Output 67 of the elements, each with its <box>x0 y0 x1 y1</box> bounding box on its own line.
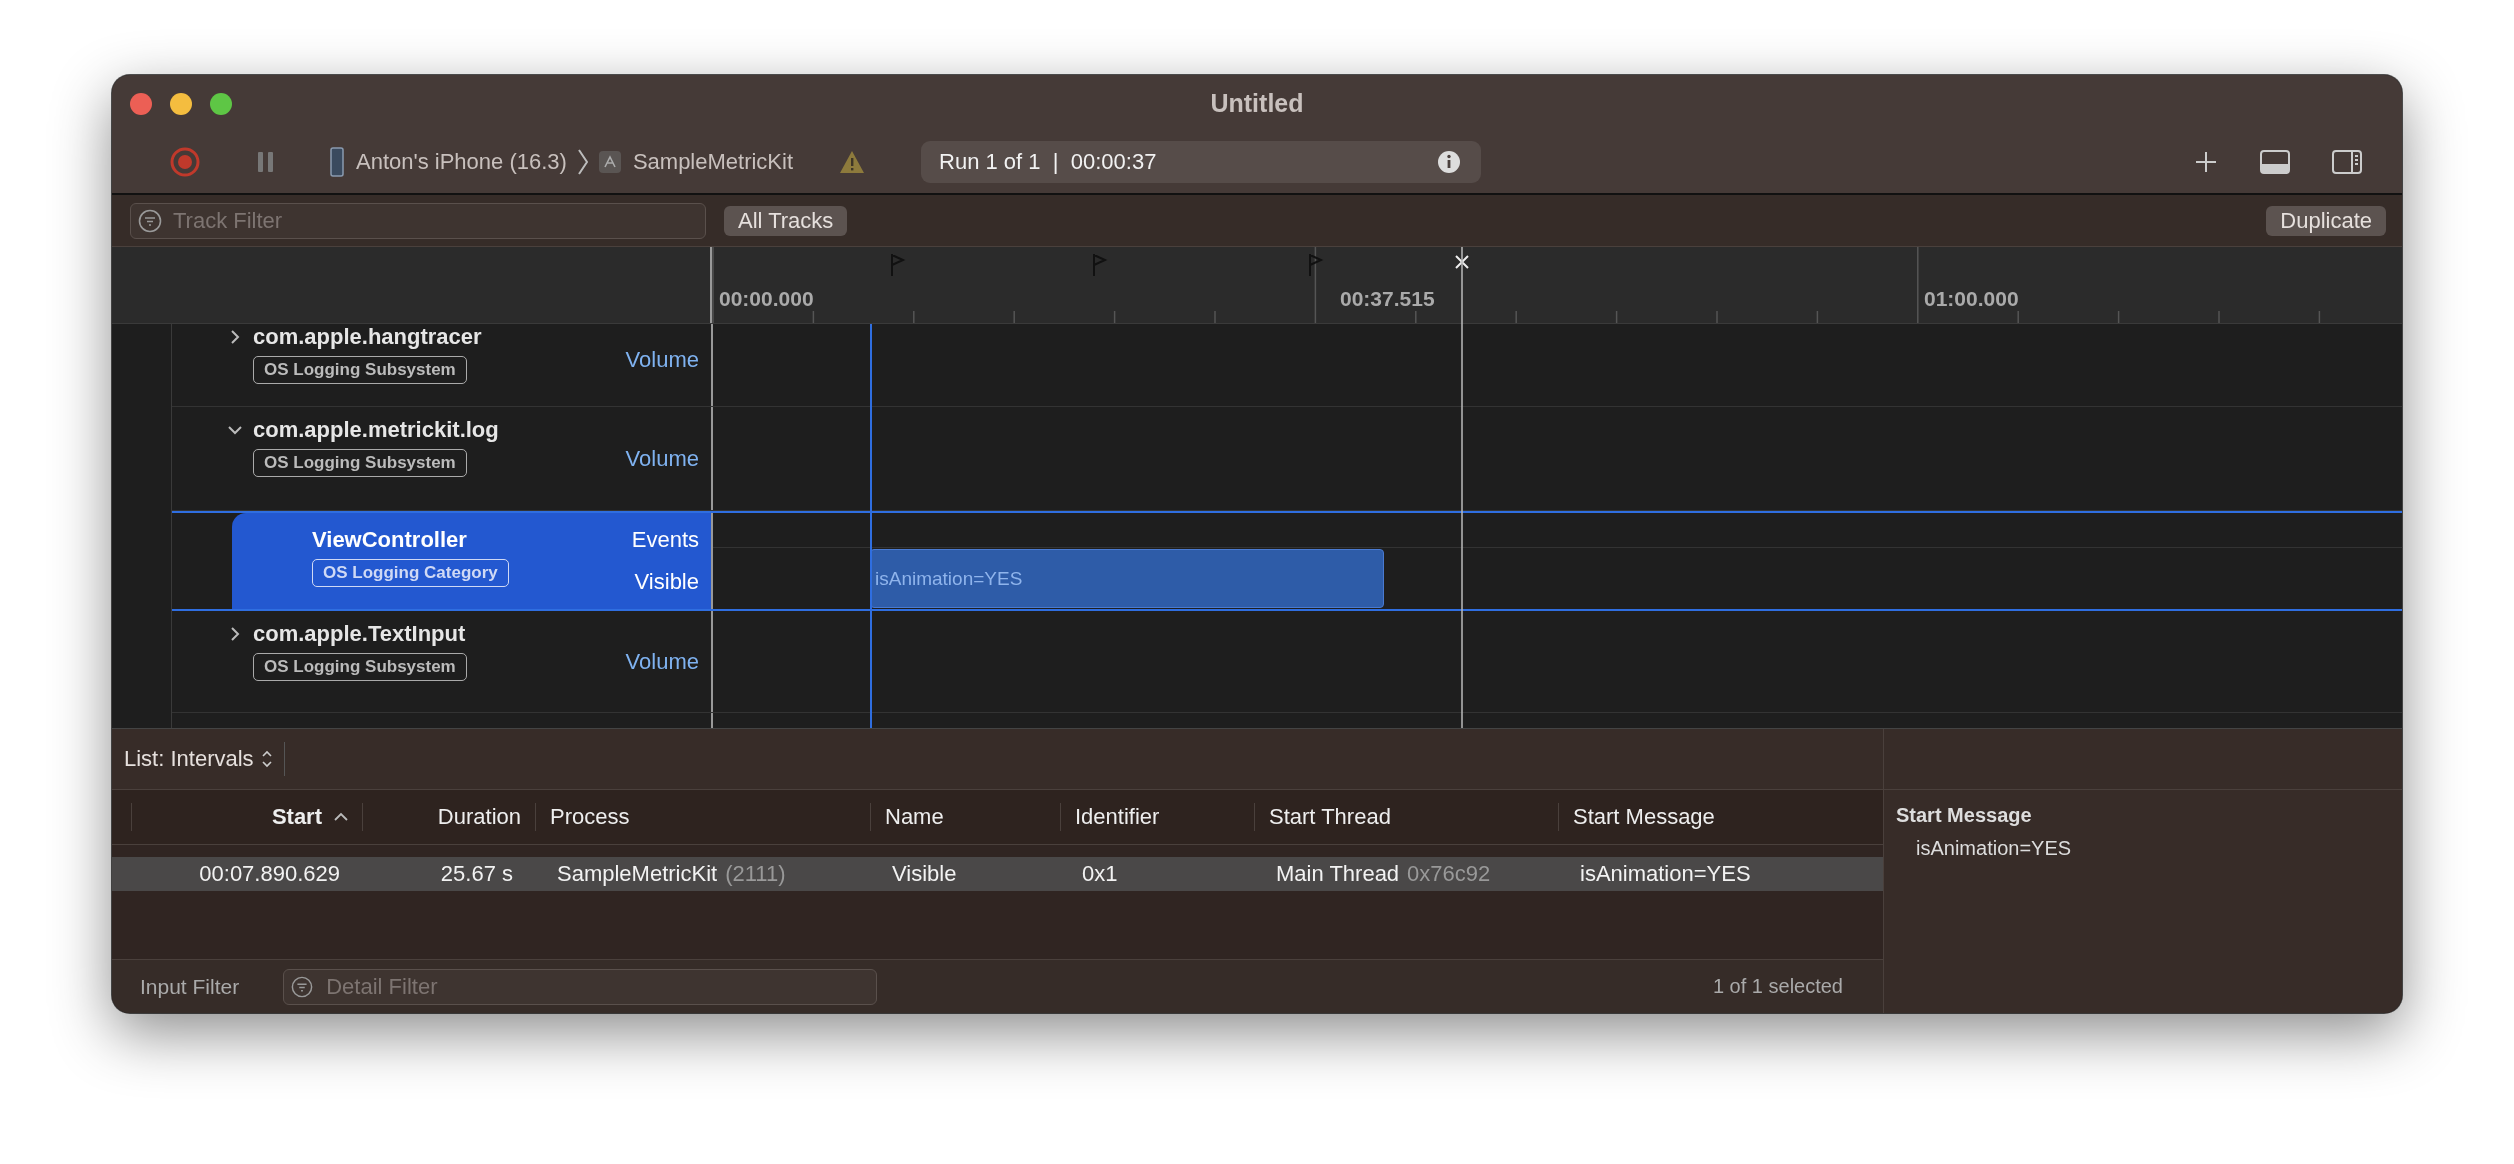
flag-icon[interactable] <box>1308 253 1324 277</box>
lane-label: Visible <box>634 569 699 595</box>
filter-icon <box>291 975 314 998</box>
track-type-tag: OS Logging Subsystem <box>253 449 467 477</box>
target-name[interactable]: SampleMetricKit <box>632 149 794 175</box>
detail-filter-field[interactable]: Detail Filter <box>283 968 878 1005</box>
app-icon <box>598 151 621 173</box>
track-type-tag: OS Logging Subsystem <box>253 653 467 681</box>
close-button[interactable] <box>130 93 152 115</box>
run-status: Run 1 of 1 | 00:00:37 <box>939 149 1157 175</box>
detail-value: isAnimation=YES <box>1916 837 2073 860</box>
table-cell: 25.67 s <box>440 861 513 887</box>
info-icon[interactable] <box>1437 150 1462 174</box>
time-label: 00:37.515 <box>1340 287 1435 311</box>
column-header[interactable]: Start <box>131 803 362 831</box>
warning-icon[interactable] <box>839 150 866 174</box>
track-name: com.apple.hangtracer <box>253 324 482 350</box>
table-cell-detail: 0x76c92 <box>1407 861 1491 887</box>
input-filter-label: Input Filter <box>140 974 240 999</box>
table-row[interactable]: 00:07.890.629 25.67 s SampleMetricKit (2111) Visible 0x1 Main Thread 0x76c92 isAnimation=YES <box>112 857 1883 891</box>
track-type-tag: OS Logging Category <box>312 559 509 587</box>
list-mode-selector[interactable]: List: Intervals <box>112 742 285 776</box>
phone-icon <box>330 147 344 177</box>
track-row[interactable]: com.apple.metrickit.log OS Logging Subsystem Volume <box>172 407 2402 511</box>
track-type-tag: OS Logging Subsystem <box>253 356 467 384</box>
table-cell: Visible <box>892 861 957 887</box>
table-cell: Main Thread <box>1276 861 1400 887</box>
track-row[interactable]: com.apple.hangtracer OS Logging Subsystem Volume <box>172 324 2402 407</box>
up-down-chevron-icon <box>261 750 272 768</box>
zoom-button[interactable] <box>210 93 232 115</box>
time-label: 00:00.000 <box>719 287 814 311</box>
plus-icon[interactable] <box>2194 150 2218 174</box>
column-header[interactable]: Start Thread <box>1254 803 1558 831</box>
bottom-panel-icon[interactable] <box>2260 150 2290 174</box>
lane-label: Volume <box>625 648 699 675</box>
table-cell: SampleMetricKit <box>557 861 718 887</box>
table-cell-detail: (2111) <box>725 861 786 887</box>
lane-label: Events <box>631 527 699 553</box>
device-name[interactable]: Anton's iPhone (16.3) <box>356 149 567 175</box>
lane-label: Volume <box>625 445 699 472</box>
track-name: com.apple.TextInput <box>253 621 466 647</box>
table-cell: isAnimation=YES <box>1580 861 1751 887</box>
all-tracks-button[interactable]: All Tracks <box>724 205 848 236</box>
column-header[interactable]: Process <box>535 803 870 831</box>
filter-icon <box>138 208 162 233</box>
selection-count: 1 of 1 selected <box>1712 975 1843 998</box>
detail-heading: Start Message <box>1896 804 2033 827</box>
duplicate-button[interactable]: Duplicate <box>2266 205 2386 236</box>
track-name: com.apple.metrickit.log <box>253 417 499 443</box>
column-header[interactable]: Identifier <box>1060 803 1254 831</box>
table-cell: 0x1 <box>1082 861 1118 887</box>
window-title: Untitled <box>1210 88 1304 118</box>
table-cell: 00:07.890.629 <box>199 861 340 887</box>
time-label: 01:00.000 <box>1924 287 2019 311</box>
column-header[interactable]: Duration <box>362 803 535 831</box>
right-panel-icon[interactable] <box>2332 150 2362 174</box>
track-filter-field[interactable]: Track Filter <box>130 202 706 239</box>
lane-label: Volume <box>625 347 699 373</box>
chevron-right-icon <box>576 148 589 176</box>
column-header[interactable]: Start Message <box>1558 803 1883 831</box>
track-name: ViewController <box>312 527 467 553</box>
column-header[interactable]: Name <box>870 803 1060 831</box>
minimize-button[interactable] <box>170 93 192 115</box>
track-row[interactable]: com.apple.TextInput OS Logging Subsystem Volume <box>172 611 2402 713</box>
track-row[interactable]: ViewController OS Logging Category Events Visible isAnimation=YES <box>172 511 2402 611</box>
pause-icon[interactable] <box>256 150 276 174</box>
time-cursor[interactable] <box>1453 247 1471 728</box>
